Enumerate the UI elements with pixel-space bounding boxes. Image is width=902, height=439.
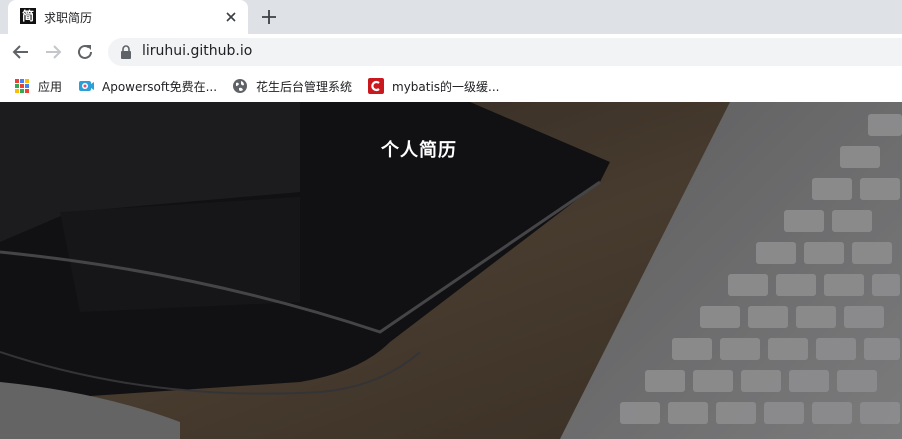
address-bar[interactable]: liruhui.github.io (108, 38, 902, 66)
bookmark-label: mybatis的一级缓... (392, 79, 500, 94)
globe-icon (233, 79, 247, 93)
close-icon[interactable] (222, 8, 240, 26)
favicon-icon: 简 (20, 8, 36, 24)
url-text: liruhui.github.io (142, 43, 253, 59)
bookmark-huasheng[interactable]: 花生后台管理系统 (232, 76, 352, 96)
tab-strip: 简 求职简历 (0, 0, 902, 34)
bookmark-label: Apowersoft免费在... (102, 79, 218, 94)
bookmark-label: 花生后台管理系统 (256, 79, 353, 94)
apps-grid-icon (15, 79, 29, 93)
tab-title: 求职简历 (44, 11, 93, 25)
bookmark-apowersoft[interactable]: Apowersoft免费在... (78, 76, 217, 96)
tab-active[interactable]: 简 求职简历 (8, 0, 248, 34)
reload-icon[interactable] (74, 41, 96, 63)
apowersoft-icon (79, 81, 94, 91)
bookmark-mybatis[interactable]: mybatis的一级缓... (368, 76, 500, 96)
back-arrow-icon[interactable] (10, 41, 32, 63)
hero-section: 个人简历 (0, 102, 902, 439)
bookmarks-bar: 应用 Apowersoft免费在... 花生后台管理系统 mybatis的一级缓… (0, 70, 902, 102)
bookmark-label: 应用 (38, 79, 63, 94)
bookmark-apps[interactable]: 应用 (14, 76, 62, 96)
page-title: 个人简历 (381, 140, 457, 161)
lock-icon (121, 45, 131, 59)
toolbar: liruhui.github.io (0, 34, 902, 70)
new-tab-plus-icon[interactable] (258, 6, 280, 28)
forward-arrow-icon[interactable] (42, 41, 64, 63)
csdn-icon (368, 78, 384, 94)
